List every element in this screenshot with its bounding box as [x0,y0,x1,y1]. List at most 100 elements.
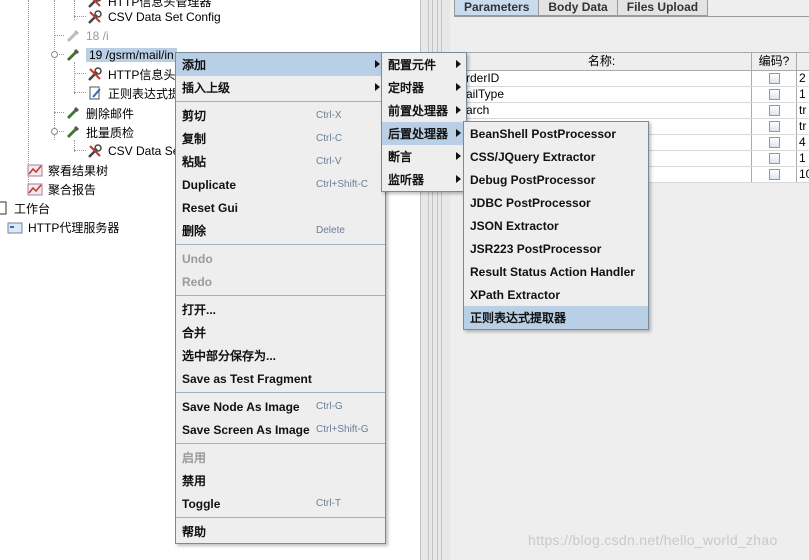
tree-node-sampler-18[interactable]: 18 /i [64,27,109,45]
table-row[interactable]: ailType 1 [452,87,809,103]
column-header-value[interactable] [797,53,809,70]
encode-checkbox[interactable] [768,153,780,164]
encode-checkbox[interactable] [768,105,780,116]
menu-item[interactable]: Save Screen As Image Ctrl+Shift-G [176,418,385,441]
menu-item-shortcut: Ctrl+Shift-C [316,179,368,190]
menu-item[interactable]: Reset Gui [176,196,385,219]
menu-item-label: 配置元件 [388,58,437,72]
tree-node-sampler-19[interactable]: 19 /gsrm/mail/in [64,46,177,64]
tree-node-regex-extractor[interactable]: 正则表达式提 [86,84,180,102]
post-processor-item[interactable]: JSON Extractor [464,214,648,237]
submenu-item[interactable]: 断言 [382,145,466,168]
param-value-cell[interactable]: tr [797,119,809,134]
tab-body-data[interactable]: Body Data [538,0,618,16]
menu-item[interactable]: Undo [176,247,385,270]
menu-separator [176,443,385,444]
tree-node-csv-data-set[interactable]: CSV Data Se [86,142,179,160]
menu-item-label: 插入上级 [182,81,231,95]
param-name-cell[interactable]: arch [452,103,752,118]
submenu-arrow-icon [456,106,461,114]
tree-node-aggregate-report[interactable]: 聚合报告 [26,180,96,198]
menu-item[interactable]: 插入上级 [176,76,385,99]
param-value-cell[interactable]: 1 [797,87,809,102]
menu-item[interactable]: 选中部分保存为... [176,344,385,367]
tree-node-view-results-tree[interactable]: 察看结果树 [26,161,108,179]
post-processor-item[interactable]: CSS/JQuery Extractor [464,145,648,168]
menu-item[interactable]: 剪切 Ctrl-X [176,104,385,127]
menu-item[interactable]: 打开... [176,298,385,321]
post-processor-item[interactable]: 正则表达式提取器 [464,306,648,329]
submenu-item[interactable]: 后置处理器 [382,122,466,145]
tab-files-upload[interactable]: Files Upload [616,0,709,16]
column-header-name[interactable]: 名称: [452,53,752,70]
encode-checkbox[interactable] [768,121,780,132]
post-processor-item[interactable]: BeanShell PostProcessor [464,122,648,145]
param-name-cell[interactable]: rderID [452,71,752,86]
submenu-item[interactable]: 定时器 [382,76,466,99]
tree-node-batch-check[interactable]: 批量质检 [64,123,134,141]
menu-item[interactable]: 添加 [176,53,385,76]
menu-item-label: 剪切 [182,109,207,123]
menu-item[interactable]: 启用 [176,446,385,469]
menu-item[interactable]: 帮助 [176,520,385,543]
wrench-icon [86,143,104,159]
menu-item[interactable]: Toggle Ctrl-T [176,492,385,515]
menu-item-label: 打开... [182,303,217,317]
param-value-cell[interactable]: 2 [797,71,809,86]
encode-checkbox[interactable] [768,73,780,84]
param-value-cell[interactable]: 10 [797,167,809,182]
chart-icon [26,162,44,178]
menu-item[interactable]: Save as Test Fragment [176,367,385,390]
post-processor-item[interactable]: JDBC PostProcessor [464,191,648,214]
submenu-item[interactable]: 监听器 [382,168,466,191]
tree-node-label: 工作台 [14,201,51,216]
menu-item-label: 断言 [388,150,413,164]
post-processor-item[interactable]: Debug PostProcessor [464,168,648,191]
menu-item[interactable]: Duplicate Ctrl+Shift-C [176,173,385,196]
encode-checkbox[interactable] [768,169,780,180]
column-header-encode[interactable]: 编码? [752,53,797,70]
menu-item[interactable]: Save Node As Image Ctrl-G [176,395,385,418]
table-row[interactable]: rderID 2 [452,71,809,87]
param-value-cell[interactable]: tr [797,103,809,118]
menu-item[interactable]: 粘贴 Ctrl-V [176,150,385,173]
submenu-item[interactable]: 前置处理器 [382,99,466,122]
pipette-icon [64,47,82,63]
menu-item[interactable]: 删除 Delete [176,219,385,242]
add-submenu: 配置元件定时器 前置处理器 后置处理器断言监听器 [381,52,467,192]
encode-checkbox[interactable] [768,137,780,148]
tree-node-label: CSV Data Set Config [108,10,221,24]
expand-toggle-icon[interactable] [51,128,58,135]
menu-item[interactable]: 复制 Ctrl-C [176,127,385,150]
menu-item[interactable]: 禁用 [176,469,385,492]
table-row[interactable]: arch tr [452,103,809,119]
encode-checkbox-cell [752,103,797,118]
proxy-icon [6,219,24,235]
submenu-arrow-icon [456,175,461,183]
param-value-cell[interactable]: 1 [797,151,809,166]
param-value-cell[interactable]: 4 [797,135,809,150]
encode-checkbox-cell [752,87,797,102]
tree-node-workbench[interactable]: 工作台 [0,199,50,217]
post-processor-item[interactable]: XPath Extractor [464,283,648,306]
tree-node-csv-data-set-config[interactable]: CSV Data Set Config [86,8,221,26]
tree-node-http-header[interactable]: HTTP信息头 [86,65,175,83]
menu-item-label: 正则表达式提取器 [470,311,567,325]
tree-node-http-proxy-server[interactable]: HTTP代理服务器 [6,218,119,236]
menu-item-shortcut: Ctrl-C [316,133,343,144]
menu-item-label: Save Screen As Image [182,422,310,437]
post-processor-item[interactable]: Result Status Action Handler [464,260,648,283]
encode-checkbox-cell [752,119,797,134]
encode-checkbox[interactable] [768,89,780,100]
menu-item[interactable]: Redo [176,270,385,293]
param-name-cell[interactable]: ailType [452,87,752,102]
menu-item-label: XPath Extractor [470,287,561,302]
tree-node-delete-mail[interactable]: 删除邮件 [64,104,134,122]
tab-parameters[interactable]: Parameters [454,0,540,16]
post-processor-item[interactable]: JSR223 PostProcessor [464,237,648,260]
tree-node-label: HTTP代理服务器 [28,220,120,235]
expand-toggle-icon[interactable] [51,51,58,58]
submenu-item[interactable]: 配置元件 [382,53,466,76]
menu-item[interactable]: 合并 [176,321,385,344]
post-processor-submenu: BeanShell PostProcessor CSS/JQuery Extrac… [463,121,649,330]
